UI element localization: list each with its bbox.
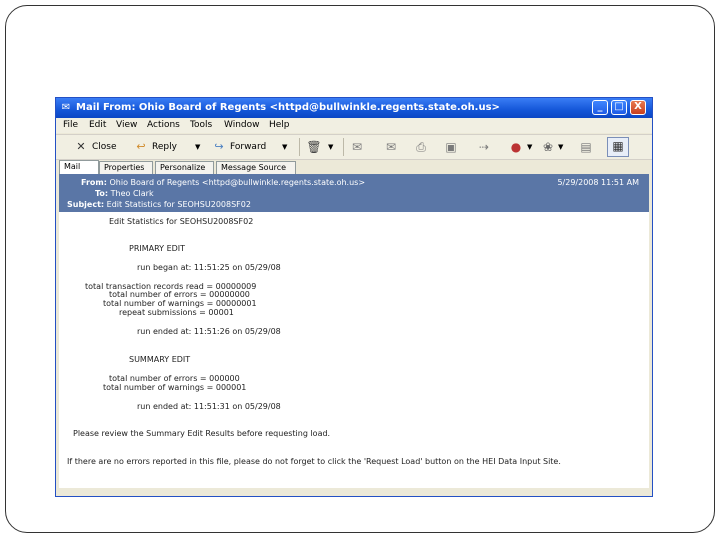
address-card-icon[interactable]: ▤ — [578, 139, 594, 155]
close-x-icon: ✕ — [76, 139, 86, 153]
message-header: From: Ohio Board of Regents <httpd@bullw… — [59, 174, 649, 212]
to-value[interactable]: Theo Clark — [111, 189, 154, 198]
close-window-button[interactable]: X — [630, 100, 646, 115]
menu-actions[interactable]: Actions — [147, 118, 180, 133]
print-icon[interactable]: ⎙ — [413, 139, 429, 155]
menu-tools[interactable]: Tools — [190, 118, 212, 133]
body-line: run ended at: 11:51:31 on 05/29/08 — [137, 402, 281, 411]
subject-row: Subject: Edit Statistics for SEOHSU2008S… — [67, 200, 251, 209]
body-line: total number of warnings = 00000001 — [103, 299, 257, 308]
reply-icon: ↩ — [136, 139, 146, 153]
body-line: total number of errors = 00000000 — [109, 290, 250, 299]
forward-label: Forward — [230, 142, 267, 152]
tab-properties[interactable]: Properties — [99, 161, 153, 174]
minimize-button[interactable]: _ — [592, 100, 608, 115]
reply-dropdown-arrow[interactable]: ▼ — [195, 138, 200, 156]
save-icon[interactable]: ▣ — [443, 139, 459, 155]
message-date: 5/29/2008 11:51 AM — [557, 178, 639, 187]
menu-help[interactable]: Help — [269, 118, 290, 133]
close-button[interactable]: ✕ Close — [74, 138, 117, 156]
security-dropdown-arrow[interactable]: ▼ — [558, 138, 563, 156]
from-label: From: — [81, 178, 107, 187]
junk-dropdown-arrow[interactable]: ▼ — [527, 138, 532, 156]
to-label: To: — [95, 189, 109, 198]
title-bar[interactable]: ✉ Mail From: Ohio Board of Regents <http… — [56, 98, 652, 118]
body-line: repeat submissions = 00001 — [119, 308, 234, 317]
menu-edit[interactable]: Edit — [89, 118, 106, 133]
tab-message-source[interactable]: Message Source — [216, 161, 296, 174]
delete-icon[interactable]: 🗑 — [306, 139, 322, 155]
reply-label: Reply — [152, 142, 177, 152]
junk-icon[interactable]: ● — [508, 139, 524, 155]
body-line: Please review the Summary Edit Results b… — [73, 429, 331, 438]
security-icon[interactable]: ❀ — [540, 139, 556, 155]
message-tabs: Mail Properties Personalize Message Sour… — [56, 160, 652, 174]
envelope-open-icon[interactable]: ✉ — [349, 139, 365, 155]
menu-window[interactable]: Window — [224, 118, 260, 133]
close-label: Close — [92, 142, 117, 152]
forward-icon: ↪ — [214, 139, 224, 153]
body-line: PRIMARY EDIT — [129, 244, 186, 253]
delete-dropdown-arrow[interactable]: ▼ — [328, 138, 333, 156]
toolbar-separator — [343, 138, 344, 156]
maximize-button[interactable]: □ — [611, 100, 627, 115]
body-line: total number of warnings = 000001 — [103, 383, 247, 392]
tab-personalize[interactable]: Personalize — [155, 161, 214, 174]
window-title: Mail From: Ohio Board of Regents <httpd@… — [76, 102, 500, 113]
mail-app-icon: ✉ — [61, 102, 71, 113]
forward-dropdown-arrow[interactable]: ▼ — [282, 138, 287, 156]
tab-mail[interactable]: Mail — [59, 160, 99, 174]
body-line: SUMMARY EDIT — [129, 355, 191, 364]
envelope-icon[interactable]: ✉ — [383, 139, 399, 155]
reply-button[interactable]: ↩ Reply — [134, 138, 177, 156]
mail-window: ✉ Mail From: Ohio Board of Regents <http… — [55, 97, 653, 497]
from-row: From: Ohio Board of Regents <httpd@bullw… — [81, 178, 365, 187]
previous-next-icon[interactable]: ⇢ — [476, 139, 492, 155]
menu-file[interactable]: File — [63, 118, 78, 133]
body-line: total number of errors = 000000 — [109, 374, 240, 383]
forward-button[interactable]: ↪ Forward — [212, 138, 266, 156]
menu-view[interactable]: View — [116, 118, 137, 133]
toolbar-separator — [299, 138, 300, 156]
from-value[interactable]: Ohio Board of Regents <httpd@bullwinkle.… — [109, 178, 365, 187]
toolbar: ✕ Close ↩ Reply ▼ ↪ Forward ▼ 🗑 ▼ ✉ ✉ ⎙ ▣ ⇢… — [56, 134, 652, 160]
to-row: To: Theo Clark — [95, 189, 154, 198]
body-line: run began at: 11:51:25 on 05/29/08 — [137, 263, 281, 272]
subject-value: Edit Statistics for SEOHSU2008SF02 — [106, 200, 251, 209]
body-line: If there are no errors reported in this … — [67, 457, 561, 466]
menu-bar: File Edit View Actions Tools Window Help — [56, 118, 652, 133]
subject-label: Subject: — [67, 200, 105, 209]
message-body[interactable]: Edit Statistics for SEOHSU2008SF02 PRIMA… — [59, 212, 649, 488]
body-line: run ended at: 11:51:26 on 05/29/08 — [137, 327, 281, 336]
body-line: Edit Statistics for SEOHSU2008SF02 — [109, 217, 254, 226]
preview-pane-icon[interactable]: ▦ — [607, 137, 629, 157]
